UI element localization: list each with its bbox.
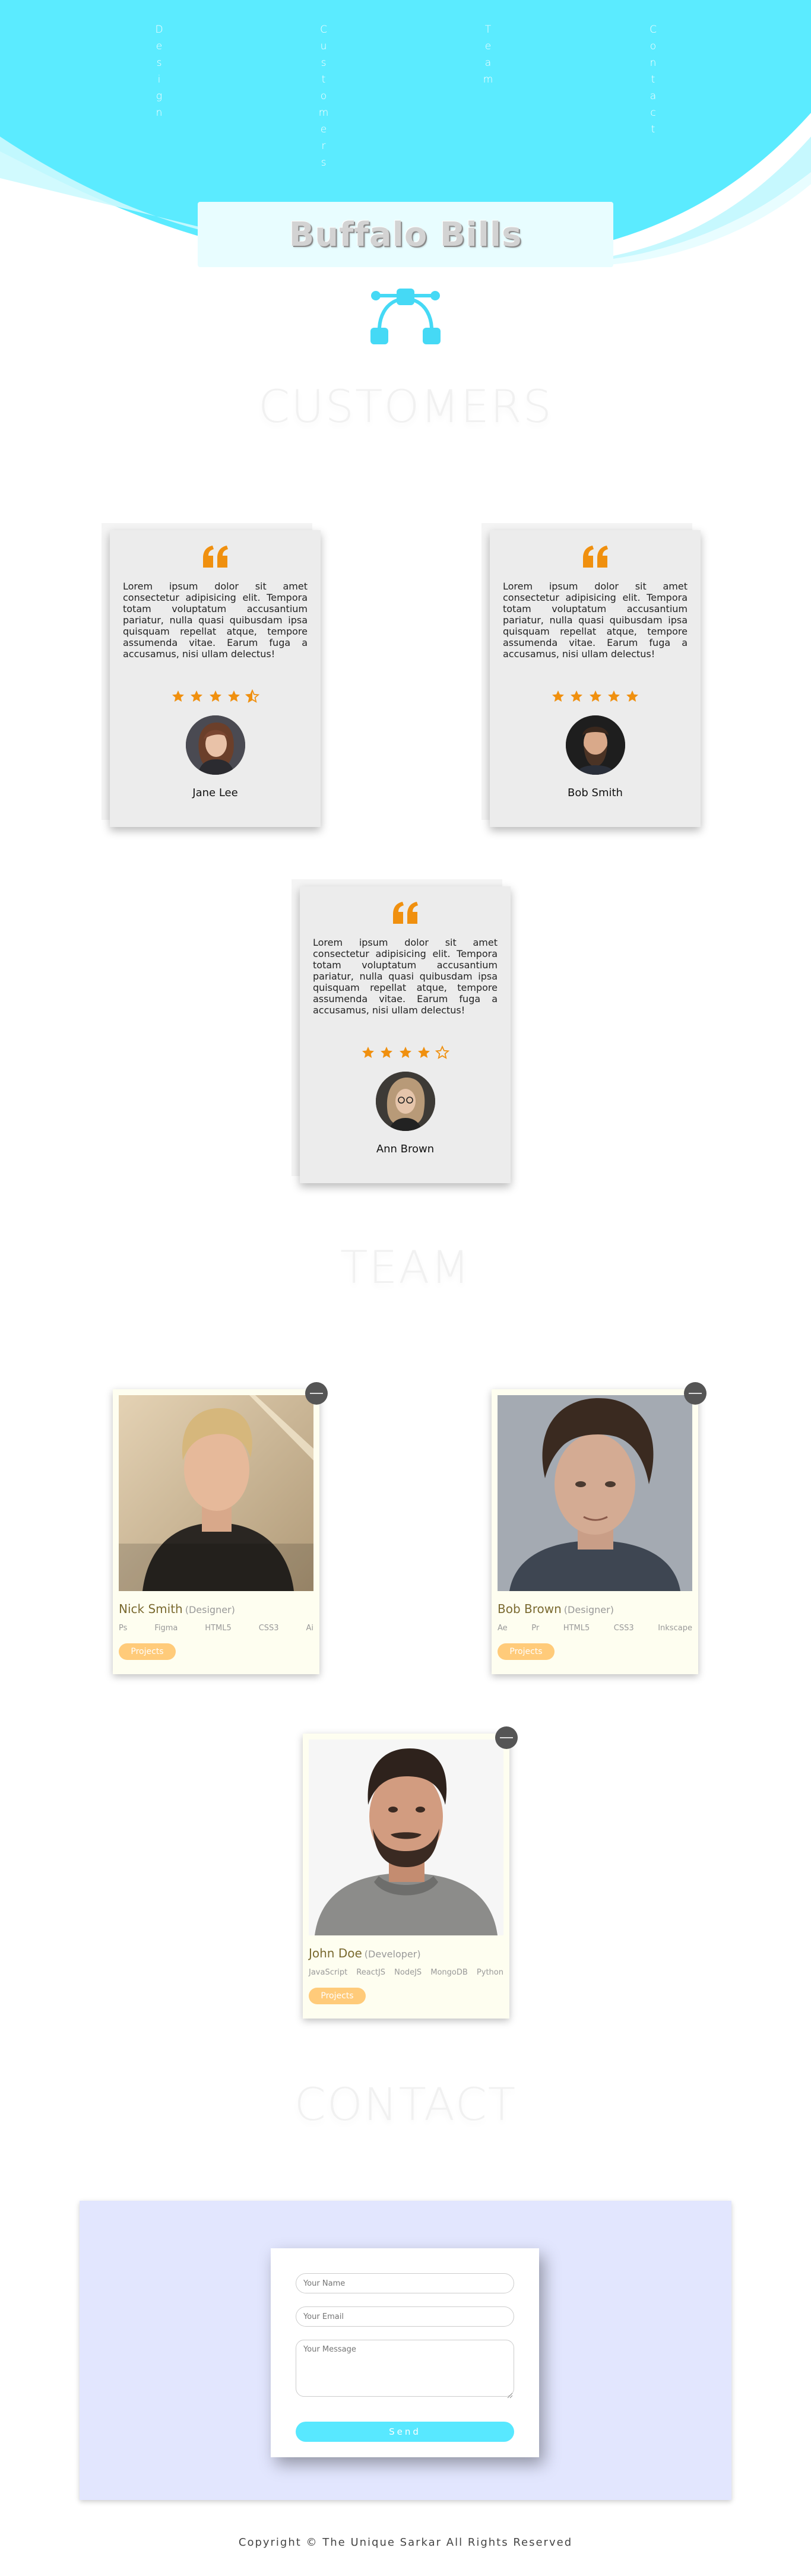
member-name-line: Nick Smith (Designer) <box>119 1602 235 1616</box>
message-field[interactable] <box>296 2340 514 2397</box>
star-full-icon <box>209 690 221 702</box>
nav-team[interactable]: Team <box>482 24 494 90</box>
skill-tag: Ae <box>498 1624 508 1633</box>
quote-icon <box>583 546 608 568</box>
customers-title: CUSTOMERS <box>258 380 553 433</box>
skill-tag: HTML5 <box>563 1624 590 1633</box>
star-half-icon <box>245 689 259 703</box>
star-full-icon <box>362 1047 375 1058</box>
skills-list: Ps Figma HTML5 CSS3 Ai <box>119 1624 313 1633</box>
star-empty-icon <box>435 1045 449 1059</box>
brand-logo[interactable]: Buffalo Bills <box>198 202 613 267</box>
testimonial-text: Lorem ipsum dolor sit amet consectetur a… <box>123 581 308 660</box>
star-full-icon <box>552 690 565 702</box>
skills-list: JavaScript ReactJS NodeJS MongoDB Python <box>309 1968 503 1977</box>
star-full-icon <box>607 690 620 702</box>
team-member-card: Bob Brown (Designer) Ae Pr HTML5 CSS3 Ink… <box>492 1382 707 1674</box>
team-member-card: Nick Smith (Designer) Ps Figma HTML5 CSS3… <box>113 1382 328 1674</box>
star-full-icon <box>626 690 638 702</box>
avatar <box>566 715 625 775</box>
skill-tag: Python <box>476 1968 503 1977</box>
testimonial-text: Lorem ipsum dolor sit amet consectetur a… <box>313 937 498 1016</box>
skill-tag: CSS3 <box>613 1624 634 1633</box>
star-rating <box>110 689 321 706</box>
testimonial-card: Lorem ipsum dolor sit amet consectetur a… <box>102 523 321 827</box>
customer-name: Jane Lee <box>192 787 238 799</box>
star-full-icon <box>417 1047 430 1058</box>
footer-copyright: Copyright © The Unique Sarkar All Rights… <box>238 2536 573 2549</box>
star-rating <box>490 689 701 706</box>
nav-customers[interactable]: Customers <box>318 24 330 173</box>
testimonial-card: Lorem ipsum dolor sit amet consectetur a… <box>292 879 511 1183</box>
skill-tag: NodeJS <box>394 1968 422 1977</box>
member-name: Bob Brown <box>498 1602 562 1616</box>
customer-name: Ann Brown <box>376 1143 435 1155</box>
resize-handle-icon[interactable] <box>507 2393 513 2398</box>
star-full-icon <box>381 1047 393 1058</box>
avatar <box>376 1072 435 1131</box>
network-nodes-icon <box>370 289 441 344</box>
member-photo <box>309 1739 503 1935</box>
member-name-line: Bob Brown (Designer) <box>498 1602 614 1616</box>
remove-member-button[interactable] <box>495 1726 518 1749</box>
member-photo <box>498 1395 692 1591</box>
member-name: Nick Smith <box>119 1602 183 1616</box>
member-name: John Doe <box>309 1946 362 1960</box>
member-name-line: John Doe (Developer) <box>309 1946 421 1960</box>
nav-design[interactable]: Design <box>153 24 165 123</box>
skill-tag: ReactJS <box>356 1968 386 1977</box>
remove-member-button[interactable] <box>305 1382 328 1405</box>
skill-tag: Inkscape <box>658 1624 692 1633</box>
star-full-icon <box>571 690 583 702</box>
member-role: (Designer) <box>563 1604 614 1615</box>
projects-button[interactable]: Projects <box>309 1988 366 2004</box>
member-role: (Designer) <box>185 1604 235 1615</box>
skills-list: Ae Pr HTML5 CSS3 Inkscape <box>498 1624 692 1633</box>
skill-tag: CSS3 <box>258 1624 279 1633</box>
contact-form: Send <box>271 2248 539 2457</box>
email-field[interactable] <box>296 2306 514 2327</box>
star-rating <box>300 1045 511 1062</box>
testimonial-card: Lorem ipsum dolor sit amet consectetur a… <box>481 523 701 827</box>
star-full-icon <box>172 690 185 702</box>
logo-banner: Buffalo Bills <box>198 202 613 267</box>
member-photo <box>119 1395 313 1591</box>
team-title: TEAM <box>340 1241 471 1294</box>
testimonial-text: Lorem ipsum dolor sit amet consectetur a… <box>503 581 688 660</box>
nav-contact[interactable]: Contact <box>647 24 659 140</box>
skill-tag: Pr <box>531 1624 540 1633</box>
skill-tag: Figma <box>154 1624 178 1633</box>
projects-button[interactable]: Projects <box>119 1643 176 1660</box>
contact-title: CONTACT <box>294 2078 517 2131</box>
star-full-icon <box>227 690 240 702</box>
hero-header: Design Customers Team Contact Buffalo Bi… <box>0 0 811 380</box>
skill-tag: Ai <box>306 1624 313 1633</box>
team-member-card: John Doe (Developer) JavaScript ReactJS N… <box>303 1726 518 2019</box>
remove-member-button[interactable] <box>684 1382 707 1405</box>
projects-button[interactable]: Projects <box>498 1643 555 1660</box>
avatar <box>186 715 245 775</box>
customer-name: Bob Smith <box>568 787 623 799</box>
star-full-icon <box>589 690 601 702</box>
skill-tag: HTML5 <box>205 1624 232 1633</box>
member-role: (Developer) <box>364 1948 421 1960</box>
skill-tag: MongoDB <box>430 1968 468 1977</box>
quote-icon <box>203 546 228 568</box>
send-button[interactable]: Send <box>296 2422 514 2442</box>
name-field[interactable] <box>296 2273 514 2293</box>
star-full-icon <box>191 690 203 702</box>
star-full-icon <box>399 1047 411 1058</box>
skill-tag: JavaScript <box>309 1968 348 1977</box>
skill-tag: Ps <box>119 1624 128 1633</box>
quote-icon <box>393 902 418 924</box>
main-nav: Design Customers Team Contact <box>0 24 811 173</box>
